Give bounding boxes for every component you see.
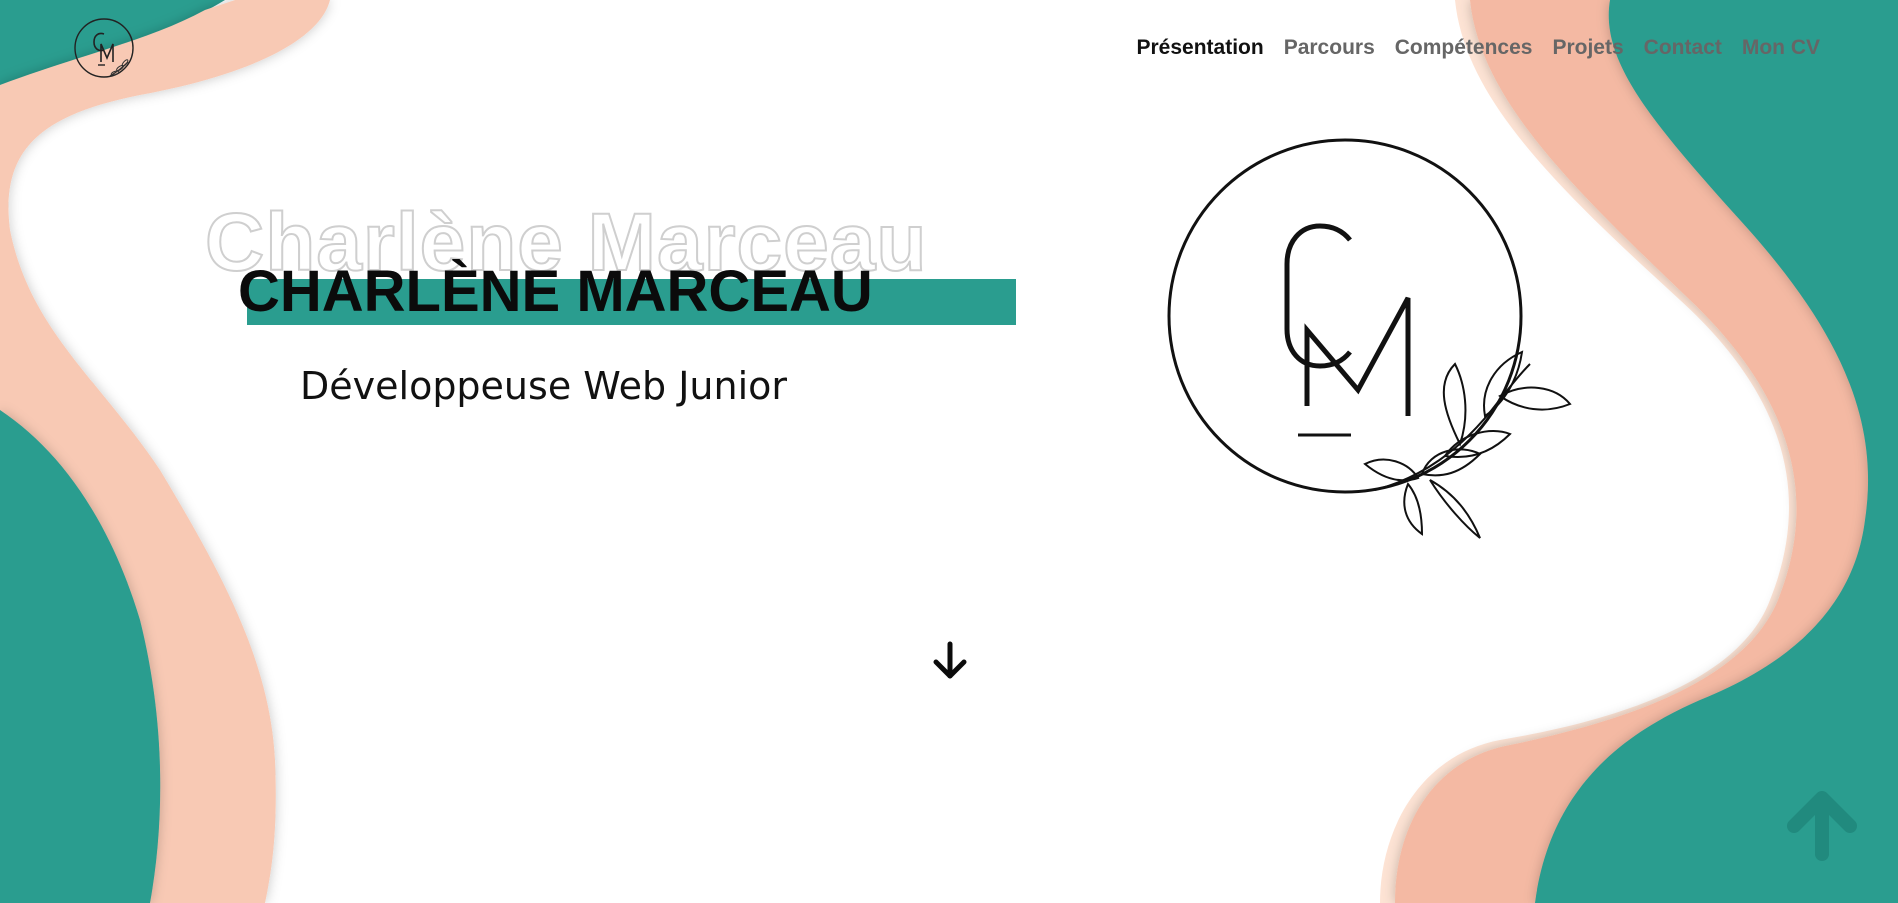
arrow-down-icon[interactable] (928, 640, 972, 684)
page-title: CHARLÈNE MARCEAU (238, 259, 873, 324)
nav-link-presentation[interactable]: Présentation (1127, 36, 1274, 60)
site-logo[interactable] (72, 16, 142, 86)
hero-section: Charlène Marceau CHARLÈNE MARCEAU Dévelo… (0, 0, 1898, 903)
nav-link-contact[interactable]: Contact (1634, 36, 1732, 60)
nav-link-projets[interactable]: Projets (1542, 36, 1633, 60)
navbar: Présentation Parcours Compétences Projet… (0, 0, 1898, 100)
main-nav: Présentation Parcours Compétences Projet… (1127, 36, 1831, 60)
job-title: Développeuse Web Junior (300, 364, 788, 408)
arrow-up-icon[interactable] (1784, 786, 1860, 862)
nav-link-parcours[interactable]: Parcours (1274, 36, 1385, 60)
monogram-logo (1167, 138, 1572, 539)
nav-link-competences[interactable]: Compétences (1385, 36, 1543, 60)
nav-link-mon-cv[interactable]: Mon CV (1732, 36, 1830, 60)
